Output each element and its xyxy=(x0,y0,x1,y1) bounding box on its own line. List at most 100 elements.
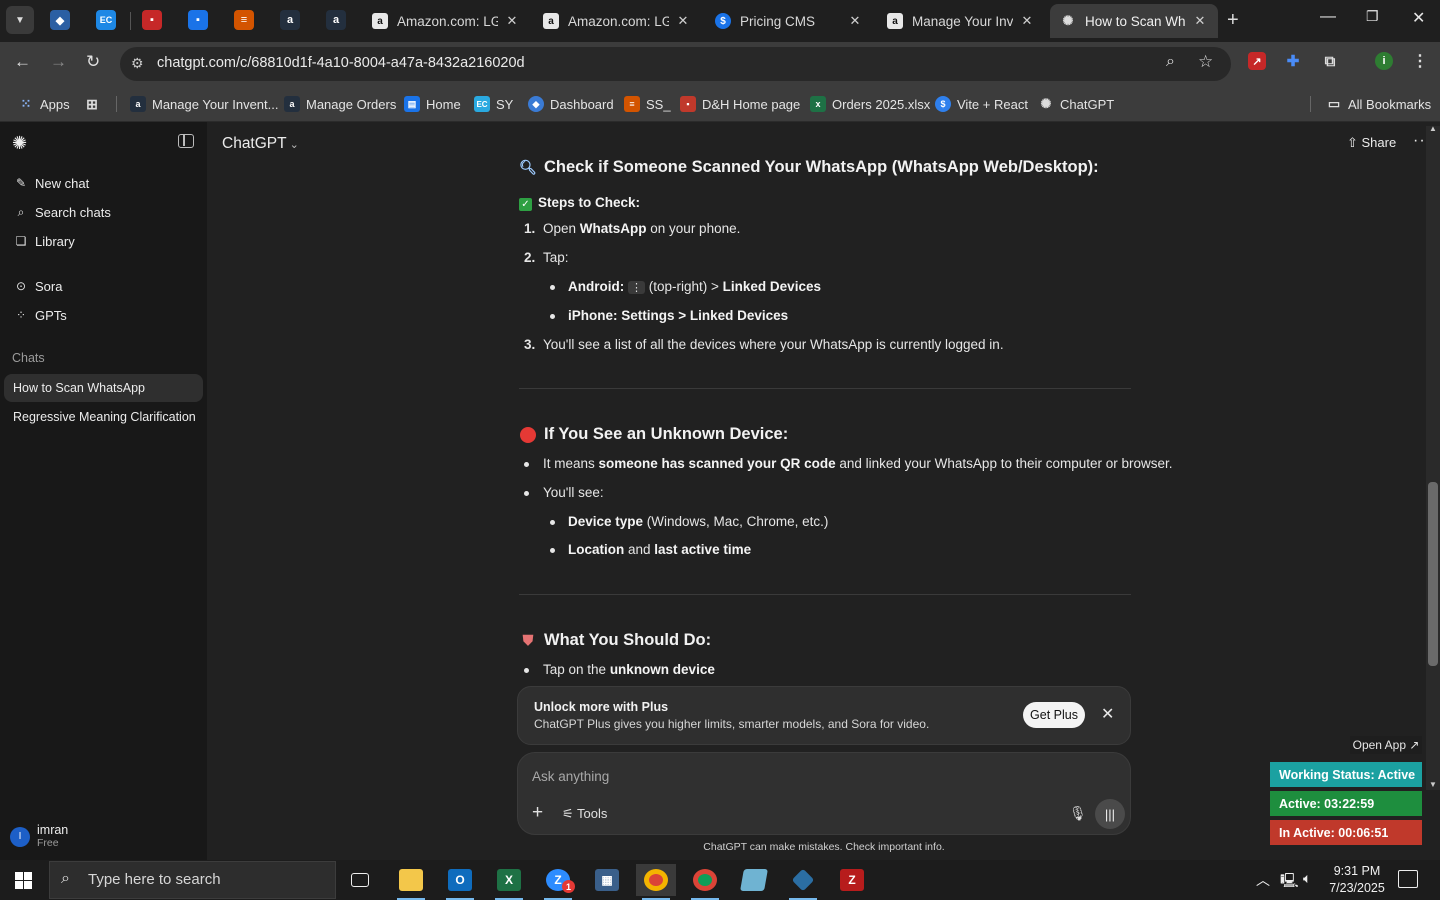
bookmark-star-icon[interactable]: ☆ xyxy=(1198,52,1213,72)
filezilla-icon[interactable]: Z xyxy=(832,864,872,896)
taskbar-search[interactable]: ⌕ xyxy=(49,861,336,899)
chat-item-regressive-meaning[interactable]: Regressive Meaning Clarification xyxy=(4,403,203,431)
bookmark-manage-inventory[interactable]: a Manage Your Invent... xyxy=(130,93,278,115)
close-icon[interactable]: ✕ xyxy=(1019,13,1035,29)
tab-how-to-scan[interactable]: ✺ How to Scan What ✕ xyxy=(1050,4,1218,38)
attach-plus-icon[interactable]: + xyxy=(532,802,543,824)
tools-button[interactable]: ⚟ Tools xyxy=(562,806,607,822)
chrome-icon[interactable] xyxy=(636,864,676,900)
microphone-icon[interactable]: 🎙︎ xyxy=(1069,805,1087,822)
get-plus-button[interactable]: Get Plus xyxy=(1023,702,1085,728)
tab-manage-inventory[interactable]: a Manage Your Inver ✕ xyxy=(877,4,1045,38)
tab-pricing-cms[interactable]: $ Pricing CMS ✕ xyxy=(705,4,873,38)
bookmark-sy[interactable]: EC SY xyxy=(474,93,513,115)
url-text[interactable]: chatgpt.com/c/68810d1f-4a10-8004-a47a-84… xyxy=(157,55,525,71)
sidebar-item-search-chats[interactable]: ⌕ Search chats xyxy=(14,202,111,222)
prompt-input[interactable] xyxy=(532,765,1072,787)
chrome-profile-icon[interactable] xyxy=(685,864,725,900)
all-bookmarks[interactable]: ▭ All Bookmarks xyxy=(1326,93,1431,115)
scrollbar-thumb[interactable] xyxy=(1428,482,1438,666)
scroll-down-arrow-icon[interactable]: ▼ xyxy=(1429,780,1437,789)
extension-pdf-icon[interactable]: ↗ xyxy=(1248,52,1266,70)
tab-search-button[interactable]: ▼ xyxy=(6,6,34,34)
pinned-tab-amazon-2[interactable]: a xyxy=(326,10,346,30)
bullet xyxy=(524,491,529,496)
pinned-tab-dh[interactable]: ▪ xyxy=(142,10,162,30)
calculator-icon[interactable]: ▦ xyxy=(587,864,627,896)
taskbar-clock[interactable]: 9:31 PM 7/23/2025 xyxy=(1325,863,1389,897)
close-icon[interactable]: ✕ xyxy=(675,13,691,29)
bookmark-dh-home[interactable]: ▪ D&H Home page xyxy=(680,93,800,115)
bookmark-manage-orders[interactable]: a Manage Orders xyxy=(284,93,396,115)
file-explorer-icon[interactable] xyxy=(391,864,431,900)
sidebar-toggle-icon[interactable] xyxy=(178,134,194,148)
bullet xyxy=(550,285,555,290)
step-1: Open WhatsApp on your phone. xyxy=(543,221,741,236)
close-icon[interactable]: ✕ xyxy=(1192,13,1208,29)
tab-amazon-lg-3[interactable]: a Amazon.com: LG 3 ✕ xyxy=(533,4,701,38)
amazon-icon: a xyxy=(887,13,903,29)
sidebar-item-new-chat[interactable]: ✎ New chat xyxy=(14,173,89,193)
scroll-up-arrow-icon[interactable]: ▲ xyxy=(1429,124,1437,133)
close-icon[interactable]: ✕ xyxy=(504,13,520,29)
divider xyxy=(519,388,1131,389)
bookmark-ss[interactable]: ≡ SS_ xyxy=(624,93,671,115)
chat-item-how-to-scan[interactable]: How to Scan WhatsApp xyxy=(4,374,203,402)
open-app-link[interactable]: Open App ↗ xyxy=(1350,736,1422,754)
reload-button[interactable]: ↻ xyxy=(86,52,100,72)
profile-avatar[interactable]: i xyxy=(1375,52,1393,70)
browser-menu-icon[interactable]: ⋮ xyxy=(1411,52,1429,70)
taskbar-search-input[interactable] xyxy=(88,871,328,888)
banner-subtitle: ChatGPT Plus gives you higher limits, sm… xyxy=(534,717,930,731)
tab-amazon-lg-5[interactable]: a Amazon.com: LG 5 ✕ xyxy=(362,4,530,38)
sidebar-item-gpts[interactable]: ⁘ GPTs xyxy=(14,305,67,325)
bookmark-dashboard[interactable]: ◆ Dashboard xyxy=(528,93,614,115)
back-button[interactable]: ← xyxy=(14,52,31,72)
model-selector[interactable]: ChatGPT ⌄ xyxy=(222,135,299,153)
pinned-tab-amazon-1[interactable]: a xyxy=(280,10,300,30)
address-bar[interactable]: ⚙ chatgpt.com/c/68810d1f-4a10-8004-a47a-… xyxy=(120,47,1231,81)
voice-mode-icon[interactable]: ||| xyxy=(1095,799,1125,829)
window-close-button[interactable]: ✕ xyxy=(1412,8,1425,28)
section-heading-what-to-do: ⛊ What You Should Do: xyxy=(519,631,711,650)
extension-puzzle-blue-icon[interactable]: ✚ xyxy=(1284,52,1302,70)
share-button[interactable]: ⇧ Share xyxy=(1347,135,1396,151)
bookmark-vite-react[interactable]: $ Vite + React xyxy=(935,93,1028,115)
forward-button[interactable]: → xyxy=(50,52,67,72)
pinned-tab-ec[interactable]: EC xyxy=(96,10,116,30)
windows-start-icon[interactable] xyxy=(15,872,32,889)
zoom-icon[interactable]: ⌕ xyxy=(1166,53,1175,71)
restore-button[interactable]: ❐ xyxy=(1366,8,1379,25)
outlook-icon[interactable]: O xyxy=(440,864,480,900)
close-icon[interactable]: ✕ xyxy=(1101,704,1114,724)
pinned-tab-1[interactable]: ◆ xyxy=(50,10,70,30)
close-icon[interactable]: ✕ xyxy=(847,13,863,29)
app-diamond-icon[interactable] xyxy=(783,864,823,900)
notification-center-icon[interactable] xyxy=(1398,870,1418,888)
composer: + ⚟ Tools 🎙︎ ||| xyxy=(517,752,1131,835)
bookmark-apps[interactable]: ⁙ Apps xyxy=(18,93,70,115)
task-view-icon[interactable] xyxy=(340,864,380,896)
new-tab-button[interactable]: + xyxy=(1227,9,1239,32)
volume-icon[interactable]: 🔈︎ xyxy=(1303,870,1311,887)
extensions-icon[interactable]: ⧉ xyxy=(1321,52,1339,70)
openai-logo-icon[interactable]: ✺ xyxy=(12,133,27,154)
site-info-icon[interactable]: ⚙ xyxy=(131,55,144,72)
scrollbar[interactable] xyxy=(1426,126,1440,790)
excel-icon[interactable]: X xyxy=(489,864,529,900)
pinned-tab-docs[interactable]: ▪ xyxy=(188,10,208,30)
pinned-tab-ss[interactable]: ≡ xyxy=(234,10,254,30)
sidebar-item-sora[interactable]: ⊙ Sora xyxy=(14,276,63,296)
bookmark-chatgpt[interactable]: ✺ ChatGPT xyxy=(1038,93,1115,115)
minimize-button[interactable]: — xyxy=(1320,8,1336,26)
bookmark-orders-xlsx[interactable]: x Orders 2025.xlsx xyxy=(810,93,930,115)
bookmark-home[interactable]: ▤ Home xyxy=(404,93,461,115)
user-account[interactable]: I imran Free xyxy=(10,824,68,849)
notes-app-icon[interactable] xyxy=(734,864,774,896)
dollar-icon: $ xyxy=(715,13,731,29)
zoom-app-icon[interactable]: Z1 xyxy=(538,864,578,900)
tray-chevron-up-icon[interactable]: ︿ xyxy=(1256,870,1270,890)
sidebar-item-library[interactable]: ❏ Library xyxy=(14,231,75,251)
bookmark-tab-groups[interactable]: ⊞ xyxy=(84,93,106,115)
network-icon[interactable]: 🖳︎ xyxy=(1280,870,1299,894)
